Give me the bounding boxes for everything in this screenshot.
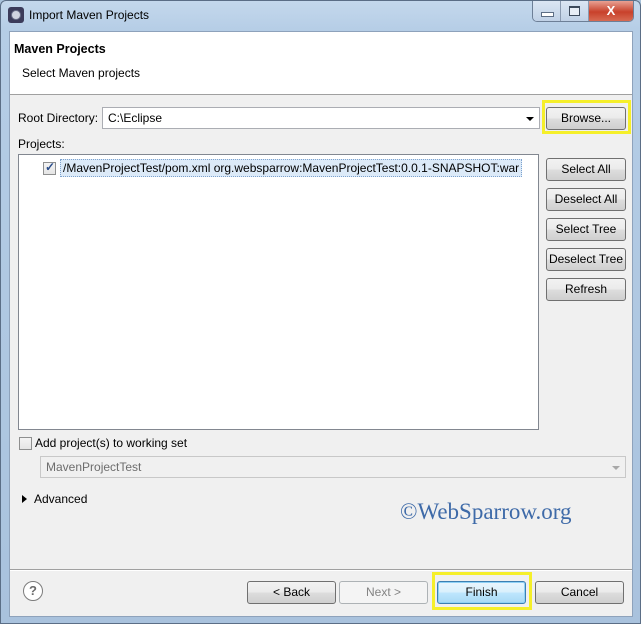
close-button[interactable]: X [589,1,633,21]
root-directory-label: Root Directory: [18,111,99,125]
watermark: ©WebSparrow.org [400,499,572,524]
project-row[interactable]: /MavenProjectTest/pom.xml org.websparrow… [43,159,523,177]
page-title: Maven Projects [14,42,106,56]
next-button: Next > [339,581,428,604]
working-set-label[interactable]: Add project(s) to working set [35,436,187,450]
back-button[interactable]: < Back [247,581,336,604]
import-maven-projects-dialog: Import Maven Projects X Maven Projects S… [0,0,641,624]
project-checkbox[interactable] [43,160,56,175]
projects-label: Projects: [18,137,65,151]
window-controls: X [532,1,634,22]
deselect-all-button[interactable]: Deselect All [546,188,626,211]
root-directory-value: C:\Eclipse [108,111,163,125]
eclipse-app-icon [8,7,24,23]
page-subtitle: Select Maven projects [22,66,141,80]
working-set-value: MavenProjectTest [46,460,142,474]
maximize-button[interactable] [561,1,589,21]
root-directory-combo[interactable]: C:\Eclipse [102,107,540,129]
footer-separator [10,569,632,571]
window-title: Import Maven Projects [29,8,150,22]
working-set-checkbox[interactable] [19,437,32,450]
finish-button[interactable]: Finish [437,581,526,604]
dropdown-arrow-icon [612,466,620,470]
dropdown-arrow-icon[interactable] [526,117,534,121]
minimize-button[interactable] [533,1,561,21]
working-set-combo: MavenProjectTest [40,456,626,478]
wizard-header: Maven Projects Select Maven projects [10,32,632,95]
deselect-tree-button[interactable]: Deselect Tree [546,248,626,271]
title-bar[interactable]: Import Maven Projects X [1,1,640,31]
project-item-text[interactable]: /MavenProjectTest/pom.xml org.websparrow… [60,159,523,177]
projects-tree[interactable]: /MavenProjectTest/pom.xml org.websparrow… [18,154,539,430]
cancel-button[interactable]: Cancel [535,581,624,604]
select-all-button[interactable]: Select All [546,158,626,181]
expand-triangle-icon[interactable] [22,495,27,503]
select-tree-button[interactable]: Select Tree [546,218,626,241]
refresh-button[interactable]: Refresh [546,278,626,301]
help-icon[interactable]: ? [23,581,43,601]
browse-button[interactable]: Browse... [546,107,626,130]
dialog-content: Maven Projects Select Maven projects Roo… [9,31,633,617]
advanced-section-toggle[interactable]: Advanced [34,492,87,506]
